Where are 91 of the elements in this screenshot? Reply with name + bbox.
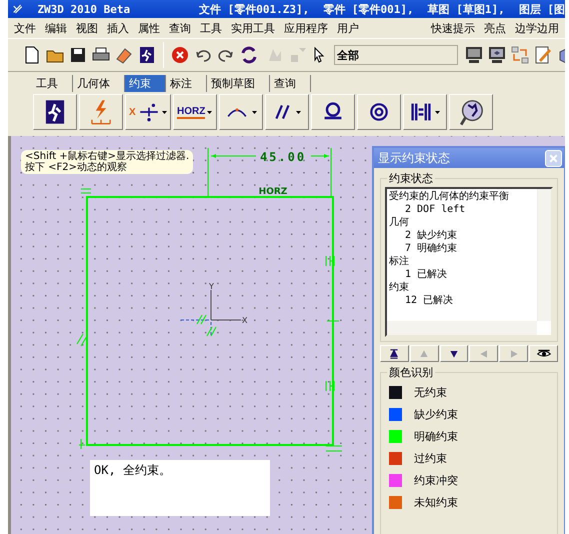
horizontal-label: HORZ bbox=[258, 187, 288, 197]
menu-item[interactable]: 工具 bbox=[200, 20, 222, 36]
constraint-icon bbox=[76, 334, 88, 346]
cancel-icon bbox=[170, 45, 190, 65]
constraint-button[interactable] bbox=[218, 94, 263, 130]
concentric-circles-icon bbox=[368, 101, 390, 123]
status-message: OK, 全约束。 bbox=[90, 460, 270, 516]
constraint-icon bbox=[326, 446, 342, 452]
status-line: 受约束的几何体的约束平衡 bbox=[389, 190, 510, 203]
status-line: 几何 bbox=[389, 216, 410, 229]
panel-title: 显示约束状态 bbox=[378, 150, 450, 166]
constraint-button[interactable] bbox=[310, 94, 355, 130]
navigation-button[interactable] bbox=[440, 345, 468, 362]
menu-item[interactable]: 文件 bbox=[14, 20, 36, 36]
status-line: 2 DOF left bbox=[404, 203, 466, 216]
menu-item[interactable]: 亮点 bbox=[484, 20, 506, 36]
menu-item[interactable]: 应用程序 bbox=[284, 20, 328, 36]
horizontal-scrollbar[interactable] bbox=[387, 321, 537, 335]
window-title: 零件 [零件001], bbox=[323, 2, 414, 16]
legend-label: 过约束 bbox=[414, 450, 447, 466]
app-logo-icon bbox=[12, 2, 24, 16]
legend-label: 约束冲突 bbox=[414, 472, 458, 488]
constraint-button[interactable] bbox=[264, 94, 309, 130]
constraint-icon bbox=[326, 308, 340, 322]
caret-icon bbox=[435, 110, 440, 114]
status-line: 1 已解决 bbox=[404, 268, 448, 281]
point-label: X bbox=[129, 106, 136, 118]
running-man-icon bbox=[137, 45, 157, 65]
status-line: 约束 bbox=[389, 281, 410, 294]
point-on-line-icon bbox=[138, 101, 160, 123]
menu-item[interactable]: 编辑 bbox=[45, 20, 67, 36]
menu-item[interactable]: 边学边用 bbox=[515, 20, 559, 36]
constraint-button[interactable]: HORZ bbox=[172, 94, 217, 130]
constraint-icon bbox=[80, 188, 92, 194]
legend-label: 无约束 bbox=[414, 384, 447, 400]
dimension-value: 45.00 bbox=[260, 150, 306, 164]
status-line: 12 已解决 bbox=[404, 294, 454, 307]
constraint-button[interactable] bbox=[356, 94, 401, 130]
constraint-button[interactable] bbox=[402, 94, 447, 130]
monitor-icon bbox=[464, 45, 484, 65]
constraint-icon bbox=[326, 380, 334, 392]
group-label: 约束状态 bbox=[387, 171, 435, 186]
legend-label: 未知约束 bbox=[414, 494, 458, 510]
caret-icon bbox=[162, 110, 167, 114]
y-axis-label: Y bbox=[209, 282, 214, 291]
swap-arrows-icon bbox=[510, 45, 530, 65]
constraint-icon bbox=[326, 256, 334, 266]
vertical-scrollbar[interactable] bbox=[537, 189, 551, 321]
tab[interactable]: 约束 bbox=[125, 75, 166, 92]
menu-item[interactable]: 快速提示 bbox=[431, 20, 475, 36]
tab[interactable]: 查询 bbox=[270, 75, 311, 92]
tab[interactable]: 标注 bbox=[166, 75, 207, 92]
pencil-icon bbox=[533, 45, 553, 65]
horizontal-label: HORZ bbox=[177, 106, 206, 118]
status-line: 7 明确约束 bbox=[404, 242, 458, 255]
menu-item[interactable]: 插入 bbox=[107, 20, 129, 36]
x-axis-label: X bbox=[242, 316, 248, 325]
menu-item[interactable]: 属性 bbox=[138, 20, 160, 36]
group-label: 颜色识别 bbox=[387, 365, 435, 380]
caret-icon bbox=[207, 110, 212, 114]
close-icon bbox=[547, 152, 560, 164]
monitor-icon bbox=[487, 45, 507, 65]
constraint-button[interactable] bbox=[33, 94, 77, 130]
tab[interactable]: 工具 bbox=[32, 75, 73, 92]
caret-icon bbox=[252, 110, 258, 114]
close-button[interactable] bbox=[545, 150, 562, 166]
top-arrow-icon bbox=[388, 348, 400, 360]
axes-drawing bbox=[180, 290, 242, 336]
save-icon bbox=[68, 45, 88, 65]
tab[interactable]: 预制草图 bbox=[207, 75, 270, 92]
cycle-arrows-icon bbox=[239, 45, 259, 65]
status-line: 2 缺少约束 bbox=[404, 229, 458, 242]
window-title: 草图 [草图1], bbox=[428, 2, 505, 16]
window-title: 文件 [零件001.Z3], bbox=[199, 2, 310, 16]
app-title: ZW3D 2010 Beta bbox=[37, 2, 130, 16]
window-title: 图层 [图 bbox=[518, 2, 565, 16]
menu-item[interactable]: 视图 bbox=[76, 20, 98, 36]
status-line: 标注 bbox=[389, 255, 410, 268]
legend-label: 明确约束 bbox=[414, 428, 458, 444]
constraint-icon bbox=[78, 438, 86, 450]
filter-field[interactable]: 全部 bbox=[334, 45, 458, 65]
menu-item[interactable]: 查询 bbox=[169, 20, 191, 36]
menu-item[interactable]: 用户 bbox=[337, 20, 359, 36]
caret-icon bbox=[296, 110, 302, 114]
filter-icon bbox=[288, 45, 308, 65]
constraint-button[interactable] bbox=[448, 94, 493, 130]
navigation-button[interactable] bbox=[529, 345, 558, 362]
navigation-button[interactable] bbox=[380, 345, 409, 362]
menu-item[interactable]: 实用工具 bbox=[231, 20, 275, 36]
legend-label: 缺少约束 bbox=[414, 406, 458, 422]
hint-tooltip: <Shift +鼠标右键>显示选择过滤器. 按下 <F2>动态的观察 bbox=[21, 150, 194, 174]
